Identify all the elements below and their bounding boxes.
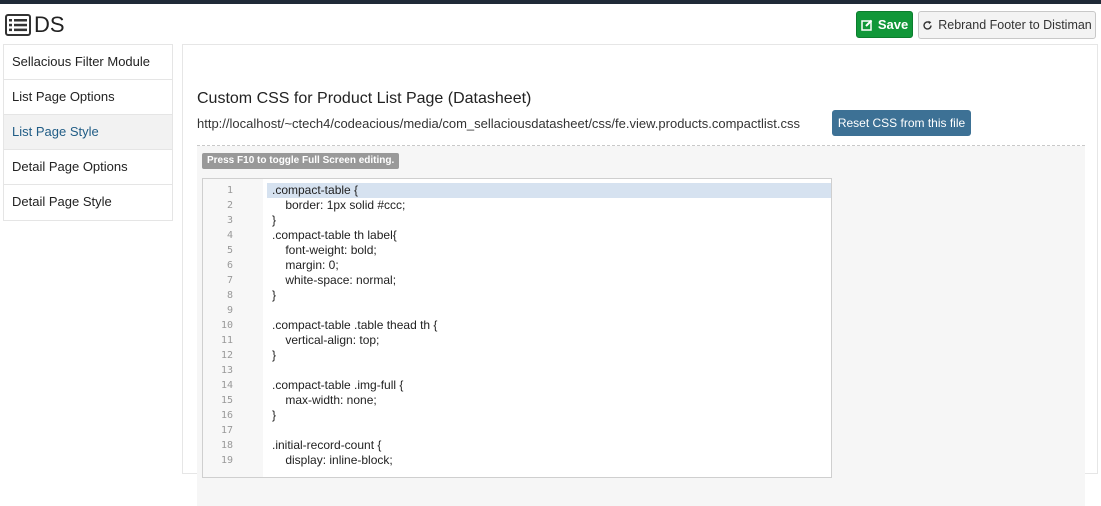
reset-css-button[interactable]: Reset CSS from this file bbox=[832, 110, 971, 136]
line-number: 16 bbox=[220, 410, 233, 421]
code-line[interactable]: 19 display: inline-block; bbox=[203, 453, 831, 468]
code-line[interactable]: 2 border: 1px solid #ccc; bbox=[203, 198, 831, 213]
code-text: } bbox=[272, 213, 277, 227]
code-line[interactable]: 14 .compact-table .img-full { bbox=[203, 378, 831, 393]
code-line[interactable]: 13 bbox=[203, 363, 831, 378]
code-text: .compact-table .img-full { bbox=[272, 378, 404, 392]
code-text: white-space: normal; bbox=[272, 273, 397, 287]
sidebar-item-sellacious-filter-module[interactable]: Sellacious Filter Module bbox=[4, 45, 172, 80]
refresh-icon bbox=[923, 20, 932, 30]
code-text: } bbox=[272, 348, 277, 362]
code-text: .compact-table .table thead th { bbox=[272, 318, 438, 332]
main-panel: Custom CSS for Product List Page (Datash… bbox=[182, 44, 1098, 506]
code-line[interactable]: 17 bbox=[203, 423, 831, 438]
code-text: .compact-table { bbox=[267, 183, 831, 198]
code-text: vertical-align: top; bbox=[272, 333, 380, 347]
rebrand-footer-button[interactable]: Rebrand Footer to Distiman bbox=[918, 11, 1096, 39]
line-number: 19 bbox=[220, 455, 233, 466]
code-line[interactable]: 6 margin: 0; bbox=[203, 258, 831, 273]
fullscreen-hint: Press F10 to toggle Full Screen editing. bbox=[202, 153, 400, 169]
line-number: 15 bbox=[220, 395, 233, 406]
list-icon bbox=[5, 14, 31, 36]
code-line[interactable]: 18 .initial-record-count { bbox=[203, 438, 831, 453]
line-number: 17 bbox=[220, 425, 233, 436]
code-line[interactable]: 7 white-space: normal; bbox=[203, 273, 831, 288]
line-number: 14 bbox=[220, 380, 233, 391]
line-number: 7 bbox=[226, 275, 233, 286]
sidebar: Sellacious Filter Module List Page Optio… bbox=[3, 44, 173, 221]
code-line[interactable]: 12} bbox=[203, 348, 831, 363]
css-file-path: http://localhost/~ctech4/codeacious/medi… bbox=[197, 116, 801, 131]
line-number: 1 bbox=[226, 185, 233, 196]
code-line[interactable]: 1 .compact-table { bbox=[203, 183, 831, 198]
code-text: } bbox=[272, 288, 277, 302]
line-number: 8 bbox=[226, 290, 233, 301]
line-number: 18 bbox=[220, 440, 233, 451]
rebrand-footer-label: Rebrand Footer to Distiman bbox=[938, 18, 1092, 32]
code-text: border: 1px solid #ccc; bbox=[272, 198, 406, 212]
section-title: Custom CSS for Product List Page (Datash… bbox=[197, 90, 532, 107]
sidebar-item-detail-page-style[interactable]: Detail Page Style bbox=[4, 185, 172, 220]
css-code-editor[interactable]: 1 .compact-table {2 border: 1px solid #cc… bbox=[202, 178, 832, 478]
line-number: 2 bbox=[226, 200, 233, 211]
code-text: max-width: none; bbox=[272, 393, 377, 407]
app-title: DS bbox=[34, 12, 65, 37]
line-number: 5 bbox=[226, 245, 233, 256]
code-text: font-weight: bold; bbox=[272, 243, 377, 257]
code-text: .compact-table th label{ bbox=[272, 228, 397, 242]
code-line[interactable]: 15 max-width: none; bbox=[203, 393, 831, 408]
app-logo: DS bbox=[5, 12, 65, 38]
line-number: 10 bbox=[220, 320, 233, 331]
code-line[interactable]: 4 .compact-table th label{ bbox=[203, 228, 831, 243]
header: DS Save Rebrand Footer to Distiman bbox=[0, 4, 1101, 44]
divider bbox=[197, 145, 1085, 146]
line-number: 11 bbox=[220, 335, 233, 346]
line-number: 4 bbox=[226, 230, 233, 241]
code-text: display: inline-block; bbox=[272, 453, 393, 467]
line-number: 3 bbox=[226, 215, 233, 226]
line-number: 13 bbox=[220, 365, 233, 376]
line-number: 9 bbox=[226, 305, 233, 316]
code-text: } bbox=[272, 408, 277, 422]
code-line[interactable]: 16} bbox=[203, 408, 831, 423]
code-text: margin: 0; bbox=[272, 258, 339, 272]
code-line[interactable]: 9 bbox=[203, 303, 831, 318]
save-button[interactable]: Save bbox=[856, 11, 913, 38]
code-line[interactable]: 3} bbox=[203, 213, 831, 228]
code-line[interactable]: 11 vertical-align: top; bbox=[203, 333, 831, 348]
code-line[interactable]: 5 font-weight: bold; bbox=[203, 243, 831, 258]
code-line[interactable]: 8} bbox=[203, 288, 831, 303]
code-text: .initial-record-count { bbox=[272, 438, 382, 452]
sidebar-item-detail-page-options[interactable]: Detail Page Options bbox=[4, 150, 172, 185]
line-number: 6 bbox=[226, 260, 233, 271]
save-button-label: Save bbox=[877, 17, 909, 32]
sidebar-item-list-page-options[interactable]: List Page Options bbox=[4, 80, 172, 115]
code-line[interactable]: 10 .compact-table .table thead th { bbox=[203, 318, 831, 333]
edit-icon bbox=[861, 19, 873, 31]
line-number: 12 bbox=[220, 350, 233, 361]
sidebar-item-list-page-style[interactable]: List Page Style bbox=[4, 115, 172, 150]
